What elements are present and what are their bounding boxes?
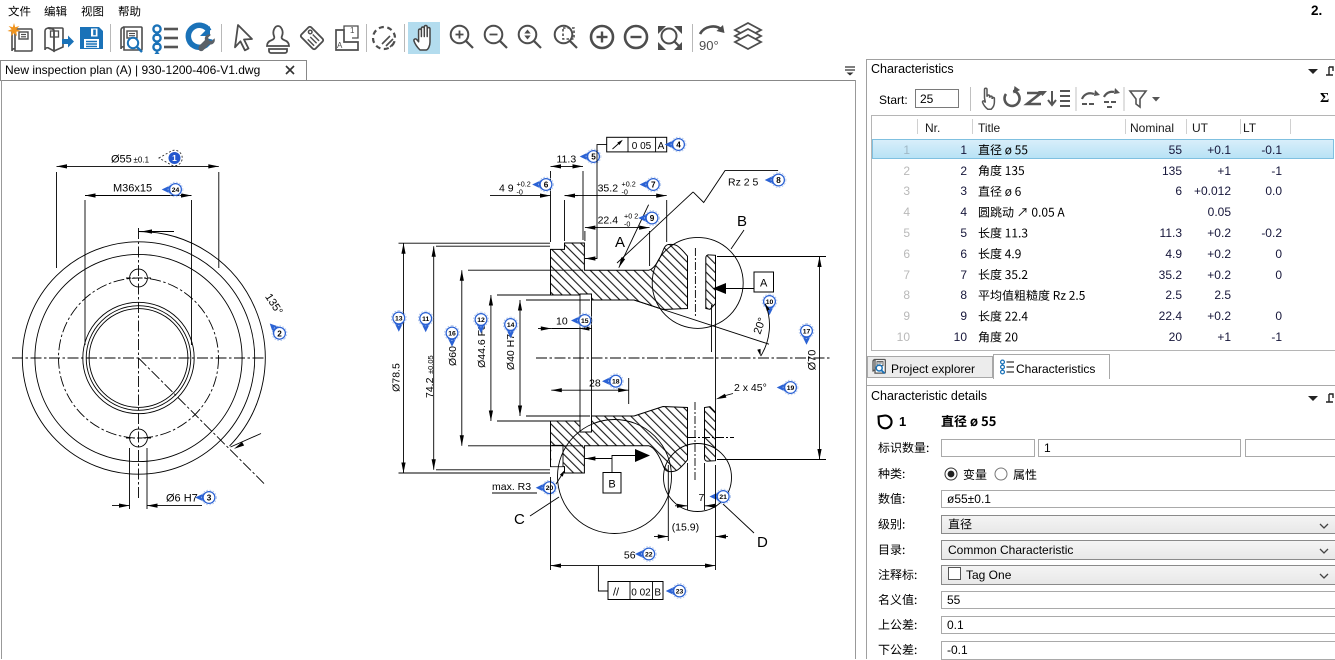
svg-text:M36x15: M36x15 (113, 183, 152, 195)
svg-text:28: 28 (589, 378, 601, 390)
svg-text:(15.9): (15.9) (672, 522, 699, 534)
svg-text:Ø60: Ø60 (447, 346, 459, 366)
svg-text:B: B (608, 479, 615, 491)
svg-text:1: 1 (172, 153, 177, 163)
svg-text:11.3: 11.3 (557, 154, 577, 166)
svg-text:3: 3 (207, 493, 212, 502)
svg-text:56: 56 (624, 550, 636, 562)
svg-text:D: D (757, 534, 768, 551)
svg-text:20: 20 (546, 485, 554, 492)
svg-text:Ø78.5: Ø78.5 (391, 363, 403, 392)
svg-text:4 9: 4 9 (499, 183, 514, 195)
svg-text:135°: 135° (262, 292, 284, 318)
svg-text:±0.05: ±0.05 (426, 355, 435, 374)
svg-text:-0: -0 (624, 220, 630, 229)
svg-text:B: B (737, 213, 747, 230)
svg-text:0 05: 0 05 (632, 141, 652, 152)
svg-text:22.4: 22.4 (598, 215, 619, 227)
svg-text:12: 12 (477, 317, 485, 324)
svg-text:A: A (658, 141, 665, 152)
svg-text:6: 6 (544, 180, 549, 189)
svg-text:Rz 2 5: Rz 2 5 (728, 177, 759, 189)
svg-text:±0.1: ±0.1 (134, 156, 150, 165)
svg-text:35.2: 35.2 (598, 183, 619, 195)
svg-text:15: 15 (581, 318, 589, 325)
svg-text:Ø70: Ø70 (807, 350, 819, 371)
svg-text:18: 18 (612, 379, 620, 386)
svg-text:-0: -0 (517, 188, 523, 197)
svg-text:9: 9 (650, 214, 655, 223)
svg-text:Ø6 H7: Ø6 H7 (166, 493, 198, 505)
svg-text:24: 24 (172, 187, 180, 194)
svg-text:13: 13 (395, 315, 403, 322)
svg-text:10: 10 (556, 316, 568, 328)
svg-text:Ø40 H7: Ø40 H7 (505, 334, 517, 370)
svg-text:0 02: 0 02 (631, 588, 651, 599)
svg-text:14: 14 (507, 322, 515, 329)
svg-text:19: 19 (787, 385, 795, 392)
svg-text:21: 21 (719, 494, 727, 501)
svg-text:74.2: 74.2 (424, 377, 436, 398)
svg-text:2: 2 (277, 329, 282, 338)
svg-text:7: 7 (699, 492, 705, 504)
svg-text:A: A (615, 234, 625, 251)
svg-text:4: 4 (676, 140, 681, 149)
svg-text:10: 10 (766, 299, 774, 306)
svg-text:-0: -0 (622, 188, 628, 197)
svg-text:Ø55: Ø55 (111, 154, 132, 166)
svg-text:B: B (654, 588, 661, 599)
svg-text:17: 17 (803, 328, 811, 335)
svg-text://: // (613, 587, 620, 599)
svg-text:C: C (514, 511, 525, 528)
svg-text:23: 23 (676, 588, 684, 595)
svg-text:max. R3: max. R3 (492, 481, 531, 493)
svg-text:A: A (760, 278, 768, 290)
svg-text:2 x 45°: 2 x 45° (734, 382, 767, 394)
svg-text:5: 5 (591, 152, 596, 161)
svg-text:8: 8 (776, 176, 781, 185)
svg-text:7: 7 (651, 180, 656, 189)
svg-text:11: 11 (422, 316, 429, 323)
svg-text:22: 22 (645, 551, 653, 558)
svg-text:16: 16 (448, 330, 456, 337)
svg-text:20°: 20° (752, 316, 769, 336)
